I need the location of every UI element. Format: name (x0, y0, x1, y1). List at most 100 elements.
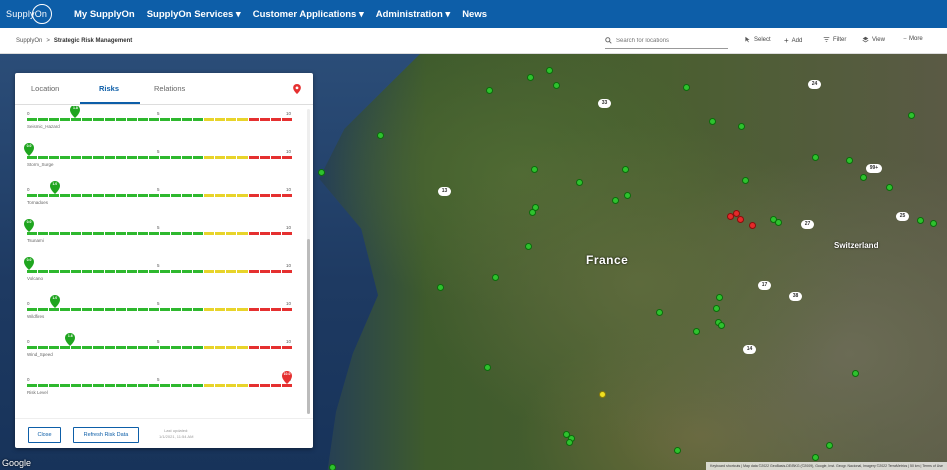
risk-scale-segment (182, 270, 193, 273)
top-navigation-bar: SupplyOn My SupplyOn SupplyOn Services ▾… (0, 0, 947, 28)
tab-risks[interactable]: Risks (99, 84, 119, 93)
location-marker[interactable] (860, 174, 867, 181)
supplyon-logo[interactable]: SupplyOn (6, 0, 60, 28)
refresh-risk-data-button[interactable]: Refresh Risk Data (73, 427, 139, 443)
location-marker[interactable] (674, 447, 681, 454)
location-marker[interactable] (738, 123, 745, 130)
risk-scale-segment (38, 156, 49, 159)
nav-customer-applications[interactable]: Customer Applications ▾ (253, 9, 364, 20)
location-search[interactable] (605, 33, 728, 49)
risk-scale-segment (204, 384, 215, 387)
location-marker[interactable] (546, 67, 553, 74)
risk-scale-bar (27, 194, 292, 197)
location-marker[interactable] (553, 82, 560, 89)
location-marker[interactable] (718, 322, 725, 329)
location-marker[interactable] (612, 197, 619, 204)
nav-my-supplyon[interactable]: My SupplyOn (74, 9, 135, 20)
nav-news[interactable]: News (462, 9, 487, 20)
scale-mid-label: 5 (157, 339, 160, 344)
close-button[interactable]: Close (28, 427, 61, 443)
location-marker[interactable] (683, 84, 690, 91)
risk-scale-segment (226, 346, 237, 349)
location-marker[interactable] (742, 177, 749, 184)
scale-mid-label: 5 (157, 111, 160, 116)
location-marker[interactable] (529, 209, 536, 216)
risk-value-marker: 0.0 (24, 219, 34, 232)
location-marker[interactable] (775, 219, 782, 226)
risk-scale-segment (115, 194, 126, 197)
breadcrumb-root[interactable]: SupplyOn (16, 38, 42, 44)
country-label: France (586, 253, 629, 267)
map-pin-icon[interactable] (293, 84, 301, 94)
risk-scale-segment (159, 194, 171, 197)
location-marker[interactable] (826, 442, 833, 449)
risk-scale-segment (215, 156, 226, 159)
location-marker[interactable] (716, 294, 723, 301)
filter-tool[interactable]: Filter (823, 36, 846, 43)
location-marker[interactable] (656, 309, 663, 316)
location-marker[interactable] (886, 184, 893, 191)
location-marker[interactable] (846, 157, 853, 164)
risk-scale-segment (159, 308, 171, 311)
location-marker[interactable] (852, 370, 859, 377)
location-marker[interactable] (693, 328, 700, 335)
risk-scale-segment (193, 346, 204, 349)
risk-scale-segment (126, 232, 137, 235)
location-marker[interactable] (917, 217, 924, 224)
location-marker[interactable] (318, 169, 325, 176)
location-marker[interactable] (812, 154, 819, 161)
high-risk-location-marker[interactable] (737, 216, 744, 223)
location-marker[interactable] (566, 439, 573, 446)
search-input[interactable] (616, 37, 716, 44)
risk-scale-segment (182, 232, 193, 235)
location-marker[interactable] (624, 192, 631, 199)
location-marker[interactable] (377, 132, 384, 139)
scale-mid-label: 5 (157, 225, 160, 230)
medium-risk-location-marker[interactable] (599, 391, 606, 398)
select-tool[interactable]: Select (744, 36, 771, 43)
nav-supplyon-services[interactable]: SupplyOn Services ▾ (147, 9, 241, 20)
location-marker[interactable] (525, 243, 532, 250)
risk-value-marker: 1.0 (49, 181, 60, 194)
location-marker[interactable] (484, 364, 491, 371)
tab-relations[interactable]: Relations (154, 84, 185, 93)
location-marker[interactable] (908, 112, 915, 119)
location-marker[interactable] (622, 166, 629, 173)
location-marker[interactable] (709, 118, 716, 125)
location-marker[interactable] (329, 464, 336, 470)
risk-scale-segment (148, 308, 159, 311)
add-tool[interactable]: + Add (784, 36, 802, 45)
risk-row: 0 5 10 1.8 Seismic_Hazard (27, 106, 297, 146)
location-marker[interactable] (527, 74, 534, 81)
risk-scale-segment (237, 384, 248, 387)
risk-scale-segment (281, 308, 292, 311)
location-marker[interactable] (531, 166, 538, 173)
risk-scale-segment (171, 308, 182, 311)
high-risk-location-marker[interactable] (749, 222, 756, 229)
risk-list-scrollbar[interactable] (307, 109, 310, 414)
location-marker[interactable] (576, 179, 583, 186)
nav-administration[interactable]: Administration ▾ (376, 9, 450, 20)
search-icon (605, 37, 612, 44)
location-marker[interactable] (492, 274, 499, 281)
risk-scale-segment (49, 308, 60, 311)
tab-location[interactable]: Location (31, 84, 59, 93)
more-tool[interactable]: ··· More (903, 36, 923, 42)
location-marker[interactable] (486, 87, 493, 94)
risk-scale-segment (126, 308, 137, 311)
view-tool[interactable]: View (862, 36, 885, 43)
risk-scale-segment (115, 270, 126, 273)
risk-scale-segment (215, 346, 226, 349)
location-marker[interactable] (812, 454, 819, 461)
location-marker[interactable] (437, 284, 444, 291)
location-marker[interactable] (930, 220, 937, 227)
risk-label: Risk Level (27, 390, 48, 395)
location-marker[interactable] (713, 305, 720, 312)
road-label: 38 (789, 292, 802, 301)
road-label: 33 (598, 99, 611, 108)
scale-min-label: 0 (27, 377, 30, 382)
risk-list[interactable]: 0 5 10 1.8 Seismic_Hazard 0 5 10 0.0 Storm_Surge 0… (15, 106, 313, 418)
scrollbar-thumb[interactable] (307, 239, 310, 414)
risk-scale-segment (259, 384, 270, 387)
scale-max-label: 10 (286, 149, 292, 154)
